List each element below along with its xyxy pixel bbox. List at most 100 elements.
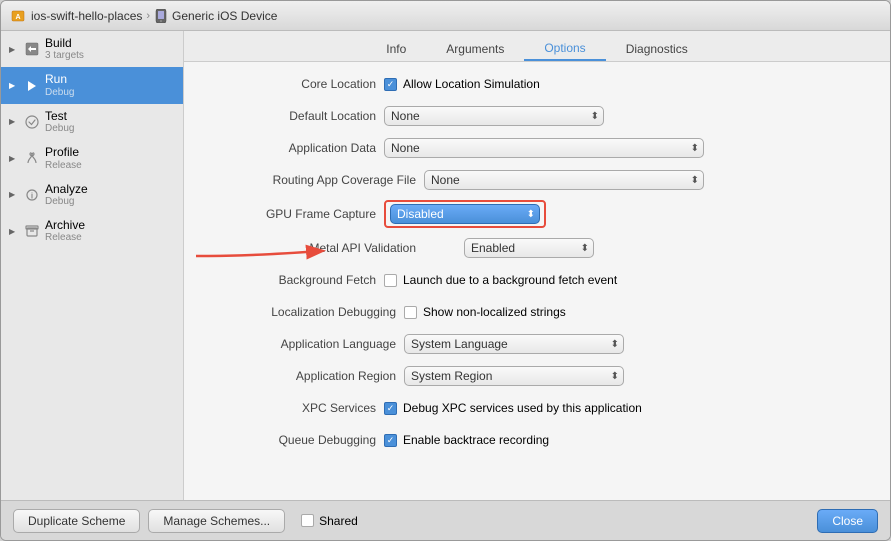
analyze-label: Analyze <box>45 182 88 196</box>
dropdown-arrow-region-icon: ⬍ <box>611 371 619 382</box>
sidebar: ▶ Build 3 targets ▶ Run Debug <box>1 31 184 500</box>
sidebar-item-build[interactable]: ▶ Build 3 targets <box>1 31 183 67</box>
archive-sub: Release <box>45 232 85 244</box>
xpc-services-label: XPC Services <box>204 401 384 415</box>
background-fetch-label: Background Fetch <box>204 273 384 287</box>
close-button[interactable]: Close <box>817 509 878 533</box>
device-name[interactable]: Generic iOS Device <box>172 9 277 23</box>
run-icon <box>24 78 40 94</box>
expand-arrow-build: ▶ <box>9 45 19 54</box>
analyze-sub: Debug <box>45 196 88 208</box>
allow-location-checkbox[interactable] <box>384 78 397 91</box>
metal-api-label: Metal API Validation <box>204 241 424 255</box>
default-location-dropdown[interactable]: None ⬍ <box>384 106 604 126</box>
queue-desc: Enable backtrace recording <box>403 433 549 447</box>
routing-coverage-label: Routing App Coverage File <box>204 173 424 187</box>
shared-checkbox[interactable] <box>301 514 314 527</box>
background-fetch-desc: Launch due to a background fetch event <box>403 273 617 287</box>
duplicate-scheme-button[interactable]: Duplicate Scheme <box>13 509 140 533</box>
expand-arrow-archive: ▶ <box>9 227 19 236</box>
application-data-dropdown[interactable]: None ⬍ <box>384 138 704 158</box>
metal-api-row: Metal API Validation Enabled ⬍ <box>204 236 870 260</box>
dropdown-arrow-icon: ⬍ <box>591 111 599 122</box>
routing-coverage-dropdown[interactable]: None ⬍ <box>424 170 704 190</box>
metal-api-dropdown[interactable]: Enabled ⬍ <box>464 238 594 258</box>
settings-area: Core Location Allow Location Simulation … <box>184 62 890 500</box>
breadcrumb-separator: › <box>146 10 150 22</box>
background-fetch-checkbox[interactable] <box>384 274 397 287</box>
gpu-frame-capture-dropdown[interactable]: Disabled ⬍ <box>390 204 540 224</box>
localization-label: Localization Debugging <box>204 305 404 319</box>
core-location-label: Core Location <box>204 77 384 91</box>
expand-arrow-profile: ▶ <box>9 154 19 163</box>
run-label: Run <box>45 72 74 86</box>
shared-option: Shared <box>301 514 358 528</box>
localization-row: Localization Debugging Show non-localize… <box>204 300 870 324</box>
routing-coverage-row: Routing App Coverage File None ⬍ <box>204 168 870 192</box>
gpu-frame-capture-label: GPU Frame Capture <box>204 207 384 221</box>
test-sub: Debug <box>45 123 74 135</box>
profile-sub: Release <box>45 160 82 172</box>
sidebar-item-profile[interactable]: ▶ Profile Release <box>1 140 183 176</box>
app-language-row: Application Language System Language ⬍ <box>204 332 870 356</box>
sidebar-item-test[interactable]: ▶ Test Debug <box>1 104 183 140</box>
dropdown-arrow-routing-icon: ⬍ <box>691 175 699 186</box>
default-location-row: Default Location None ⬍ <box>204 104 870 128</box>
device-icon <box>154 9 168 23</box>
sidebar-item-analyze[interactable]: ▶ i Analyze Debug <box>1 177 183 213</box>
expand-arrow-analyze: ▶ <box>9 190 19 199</box>
dropdown-arrow-metal-icon: ⬍ <box>581 243 589 254</box>
sidebar-item-archive[interactable]: ▶ Archive Release <box>1 213 183 249</box>
tab-info[interactable]: Info <box>366 37 426 61</box>
gpu-frame-capture-highlight: Disabled ⬍ <box>384 200 546 228</box>
archive-label: Archive <box>45 218 85 232</box>
content-panel: Info Arguments Options Diagnostics Core … <box>184 31 890 500</box>
run-sub: Debug <box>45 87 74 99</box>
expand-arrow-test: ▶ <box>9 117 19 126</box>
expand-arrow-run: ▶ <box>9 81 19 90</box>
default-location-label: Default Location <box>204 109 384 123</box>
app-language-label: Application Language <box>204 337 404 351</box>
shared-label: Shared <box>319 514 358 528</box>
manage-schemes-button[interactable]: Manage Schemes... <box>148 509 285 533</box>
queue-debugging-label: Queue Debugging <box>204 433 384 447</box>
test-icon <box>24 114 40 130</box>
tab-diagnostics[interactable]: Diagnostics <box>606 37 708 61</box>
gpu-frame-capture-row: GPU Frame Capture Disabled ⬍ <box>204 200 870 228</box>
dropdown-arrow-lang-icon: ⬍ <box>611 339 619 350</box>
app-language-dropdown[interactable]: System Language ⬍ <box>404 334 624 354</box>
tab-options[interactable]: Options <box>524 37 605 61</box>
dropdown-arrow-gpu-icon: ⬍ <box>527 209 535 220</box>
background-fetch-row: Background Fetch Launch due to a backgro… <box>204 268 870 292</box>
application-data-row: Application Data None ⬍ <box>204 136 870 160</box>
profile-icon <box>24 150 40 166</box>
xpc-desc: Debug XPC services used by this applicat… <box>403 401 642 415</box>
tab-bar: Info Arguments Options Diagnostics <box>184 31 890 62</box>
project-name[interactable]: ios-swift-hello-places <box>31 9 142 23</box>
build-label: Build <box>45 36 84 50</box>
svg-text:A: A <box>15 14 20 21</box>
project-icon: A <box>11 9 25 23</box>
allow-location-label: Allow Location Simulation <box>403 77 540 91</box>
app-region-row: Application Region System Region ⬍ <box>204 364 870 388</box>
xpc-services-row: XPC Services Debug XPC services used by … <box>204 396 870 420</box>
app-region-dropdown[interactable]: System Region ⬍ <box>404 366 624 386</box>
build-icon <box>24 41 40 57</box>
localization-desc: Show non-localized strings <box>423 305 566 319</box>
archive-icon <box>24 223 40 239</box>
test-label: Test <box>45 109 74 123</box>
application-data-label: Application Data <box>204 141 384 155</box>
dropdown-arrow-appdata-icon: ⬍ <box>691 143 699 154</box>
sidebar-item-run[interactable]: ▶ Run Debug <box>1 67 183 103</box>
breadcrumb: ios-swift-hello-places › Generic iOS Dev… <box>31 9 277 23</box>
core-location-row: Core Location Allow Location Simulation <box>204 72 870 96</box>
build-sub: 3 targets <box>45 50 84 62</box>
analyze-icon: i <box>24 187 40 203</box>
app-region-label: Application Region <box>204 369 404 383</box>
tab-arguments[interactable]: Arguments <box>426 37 524 61</box>
xpc-checkbox[interactable] <box>384 402 397 415</box>
profile-label: Profile <box>45 145 82 159</box>
queue-debugging-row: Queue Debugging Enable backtrace recordi… <box>204 428 870 452</box>
localization-checkbox[interactable] <box>404 306 417 319</box>
queue-checkbox[interactable] <box>384 434 397 447</box>
